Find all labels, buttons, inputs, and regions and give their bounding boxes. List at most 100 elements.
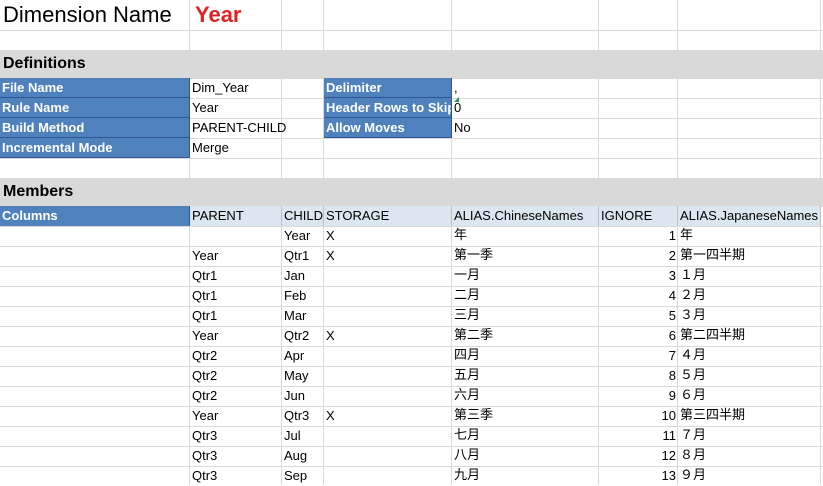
parent-cell[interactable]: Year [190,246,282,266]
parent-cell[interactable]: Qtr1 [190,266,282,286]
storage-cell[interactable] [324,366,452,386]
delimiter-value[interactable]: , [452,78,599,98]
header-rows-label[interactable]: Header Rows to Skip [324,98,452,118]
child-cell[interactable]: Year [282,226,324,246]
child-cell[interactable]: Feb [282,286,324,306]
storage-cell[interactable]: X [324,226,452,246]
storage-cell[interactable] [324,466,452,486]
column-header-ignore[interactable]: IGNORE [599,206,678,226]
alias-japanese-cell[interactable]: ８月 [678,446,821,466]
alias-japanese-cell[interactable]: ２月 [678,286,821,306]
storage-cell[interactable] [324,266,452,286]
alias-japanese-cell[interactable]: 年 [678,226,821,246]
alias-japanese-cell[interactable]: ５月 [678,366,821,386]
child-cell[interactable]: Jul [282,426,324,446]
column-header-alias-japanese[interactable]: ALIAS.JapaneseNames [678,206,821,226]
storage-cell[interactable]: X [324,326,452,346]
child-cell[interactable]: Qtr3 [282,406,324,426]
alias-chinese-cell[interactable]: 二月 [452,286,599,306]
file-name-value[interactable]: Dim_Year [190,78,282,98]
ignore-cell[interactable]: 7 [599,346,678,366]
storage-cell[interactable] [324,386,452,406]
parent-cell[interactable]: Year [190,406,282,426]
alias-chinese-cell[interactable]: 六月 [452,386,599,406]
alias-japanese-cell[interactable]: ６月 [678,386,821,406]
alias-japanese-cell[interactable]: ４月 [678,346,821,366]
dimension-name-label[interactable]: Dimension Name [0,0,190,30]
parent-cell[interactable]: Qtr3 [190,466,282,486]
parent-cell[interactable]: Qtr2 [190,346,282,366]
child-cell[interactable]: Qtr2 [282,326,324,346]
alias-japanese-cell[interactable]: 第二四半期 [678,326,821,346]
alias-chinese-cell[interactable]: 九月 [452,466,599,486]
child-cell[interactable]: Qtr1 [282,246,324,266]
ignore-cell[interactable]: 13 [599,466,678,486]
child-cell[interactable]: May [282,366,324,386]
ignore-cell[interactable]: 6 [599,326,678,346]
ignore-cell[interactable]: 11 [599,426,678,446]
ignore-cell[interactable]: 1 [599,226,678,246]
alias-chinese-cell[interactable]: 一月 [452,266,599,286]
storage-cell[interactable] [324,346,452,366]
rule-name-value[interactable]: Year [190,98,282,118]
child-cell[interactable]: Jun [282,386,324,406]
alias-chinese-cell[interactable]: 七月 [452,426,599,446]
column-header-columns[interactable]: Columns [0,206,190,226]
allow-moves-label[interactable]: Allow Moves [324,118,452,138]
alias-japanese-cell[interactable]: 第三四半期 [678,406,821,426]
alias-japanese-cell[interactable]: 第一四半期 [678,246,821,266]
file-name-label[interactable]: File Name [0,78,190,98]
members-section-title[interactable]: Members [0,178,190,206]
parent-cell[interactable]: Qtr1 [190,306,282,326]
alias-chinese-cell[interactable]: 年 [452,226,599,246]
alias-chinese-cell[interactable]: 四月 [452,346,599,366]
child-cell[interactable]: Aug [282,446,324,466]
header-rows-value[interactable]: 0 [452,98,599,118]
child-cell[interactable]: Jan [282,266,324,286]
rule-name-label[interactable]: Rule Name [0,98,190,118]
build-method-label[interactable]: Build Method [0,118,190,138]
parent-cell[interactable]: Qtr2 [190,386,282,406]
parent-cell[interactable]: Qtr1 [190,286,282,306]
alias-japanese-cell[interactable]: ７月 [678,426,821,446]
storage-cell[interactable] [324,426,452,446]
column-header-parent[interactable]: PARENT [190,206,282,226]
alias-japanese-cell[interactable]: １月 [678,266,821,286]
alias-chinese-cell[interactable]: 第一季 [452,246,599,266]
delimiter-label[interactable]: Delimiter [324,78,452,98]
ignore-cell[interactable]: 10 [599,406,678,426]
ignore-cell[interactable]: 2 [599,246,678,266]
alias-chinese-cell[interactable]: 第三季 [452,406,599,426]
parent-cell[interactable]: Year [190,326,282,346]
incremental-mode-value[interactable]: Merge [190,138,282,158]
alias-japanese-cell[interactable]: ９月 [678,466,821,486]
column-header-storage[interactable]: STORAGE [324,206,452,226]
storage-cell[interactable] [324,306,452,326]
ignore-cell[interactable]: 12 [599,446,678,466]
parent-cell[interactable]: Qtr3 [190,446,282,466]
ignore-cell[interactable]: 9 [599,386,678,406]
alias-chinese-cell[interactable]: 第二季 [452,326,599,346]
parent-cell[interactable]: Qtr3 [190,426,282,446]
storage-cell[interactable]: X [324,246,452,266]
allow-moves-value[interactable]: No [452,118,599,138]
definitions-section-title[interactable]: Definitions [0,50,190,78]
column-header-child[interactable]: CHILD [282,206,324,226]
child-cell[interactable]: Sep [282,466,324,486]
alias-japanese-cell[interactable]: ３月 [678,306,821,326]
parent-cell[interactable] [190,226,282,246]
storage-cell[interactable]: X [324,406,452,426]
storage-cell[interactable] [324,446,452,466]
dimension-name-value[interactable]: Year [190,0,282,30]
alias-chinese-cell[interactable]: 八月 [452,446,599,466]
alias-chinese-cell[interactable]: 三月 [452,306,599,326]
incremental-mode-label[interactable]: Incremental Mode [0,138,190,158]
ignore-cell[interactable]: 4 [599,286,678,306]
ignore-cell[interactable]: 8 [599,366,678,386]
child-cell[interactable]: Mar [282,306,324,326]
build-method-value[interactable]: PARENT-CHILD [190,118,286,138]
alias-chinese-cell[interactable]: 五月 [452,366,599,386]
ignore-cell[interactable]: 5 [599,306,678,326]
child-cell[interactable]: Apr [282,346,324,366]
ignore-cell[interactable]: 3 [599,266,678,286]
